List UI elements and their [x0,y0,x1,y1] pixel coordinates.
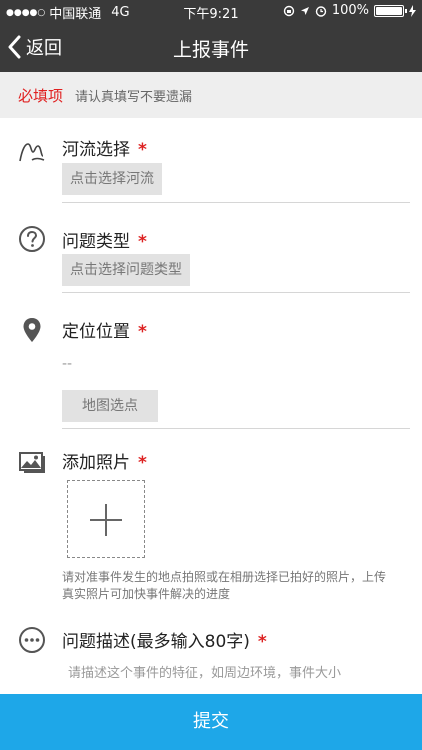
status-right: 100% [283,3,416,18]
issue-type-label: 问题类型 * [62,227,147,252]
location-arrow-icon [300,6,309,15]
photo-icon [19,452,45,473]
required-star: * [138,140,147,160]
description-label-text: 问题描述(最多输入80字) [62,632,250,652]
photo-label-text: 添加照片 [62,453,130,473]
issue-type-section: 问题类型 * 点击选择问题类型 [0,204,422,294]
location-label-text: 定位位置 [62,322,130,342]
required-label: 必填项 [18,86,64,105]
description-label: 问题描述(最多输入80字) * [62,627,267,652]
add-photo-button[interactable] [67,480,145,558]
required-star: * [138,322,147,342]
submit-button[interactable]: 提交 [0,694,422,750]
photo-note: 请对准事件发生的地点拍照或在相册选择已拍好的照片，上传真实照片可加快事件解决的进… [62,570,387,601]
map-select-button[interactable]: 地图选点 [62,390,158,422]
location-pin-icon [23,318,41,342]
location-value: -- [62,356,73,372]
divider [62,292,410,293]
select-issue-type-button[interactable]: 点击选择问题类型 [62,254,190,286]
photo-label: 添加照片 * [62,448,147,473]
required-hint: 请认真填写不要遗漏 [75,89,193,105]
river-label-text: 河流选择 [62,140,130,160]
alarm-icon [315,5,327,17]
river-label: 河流选择 * [62,135,147,160]
required-star: * [138,232,147,252]
battery-icon [374,4,407,17]
divider [62,428,410,429]
location-label: 定位位置 * [62,317,147,342]
orientation-lock-icon [283,5,295,16]
location-section: 定位位置 * -- 地图选点 [0,294,422,430]
battery-percent: 100% [331,3,369,18]
river-section: 河流选择 * 点击选择河流 [0,118,422,204]
required-star: * [257,632,267,652]
more-icon [19,627,45,653]
nav-bar: 返回 上报事件 [0,22,422,72]
required-star: * [138,453,147,473]
required-banner: 必填项 请认真填写不要遗漏 [0,72,422,118]
plus-icon-vertical [105,504,107,536]
description-input[interactable]: 请描述这个事件的特征，如周边环境，事件大小 [68,662,341,681]
issue-type-label-text: 问题类型 [62,232,130,252]
river-icon [19,143,45,162]
description-section: 问题描述(最多输入80字) * [0,610,422,694]
question-icon [19,226,45,252]
divider [62,202,410,203]
select-river-button[interactable]: 点击选择河流 [62,163,162,195]
charging-icon [409,4,416,17]
page-title: 上报事件 [172,39,249,61]
status-bar: ●●●●○ 中国联通 4G 下午9:21 100% [0,0,422,22]
